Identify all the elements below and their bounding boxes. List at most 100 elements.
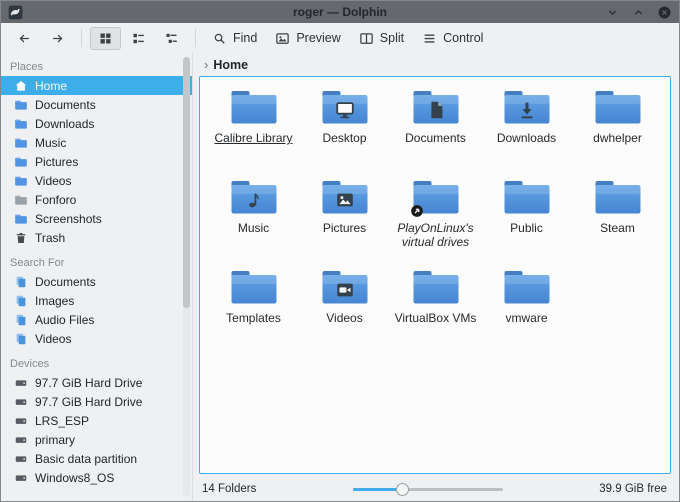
places-scrollbar-thumb[interactable] — [183, 57, 190, 308]
devices-section-title: Devices — [10, 358, 50, 370]
split-button[interactable]: Split — [351, 27, 412, 50]
folder-icon — [412, 267, 460, 307]
zoom-slider[interactable] — [352, 482, 503, 496]
sidebar-item-trash[interactable]: Trash — [1, 228, 192, 247]
videos-search-icon — [14, 332, 28, 346]
music-emblem-icon — [243, 189, 265, 211]
hard-drive-icon — [14, 414, 28, 428]
file-label: Pictures — [322, 221, 367, 235]
home-icon — [14, 79, 28, 93]
preview-icon — [275, 31, 290, 46]
sidebar-item-label: Pictures — [35, 154, 79, 169]
sidebar-item-search-audio-files[interactable]: Audio Files — [1, 310, 192, 329]
file-item-vmware[interactable]: vmware — [481, 267, 572, 357]
folder-view: Calibre Library Desktop Documents Downlo… — [199, 76, 671, 474]
file-label: Documents — [405, 131, 466, 145]
places-scrollbar[interactable] — [183, 57, 190, 497]
sidebar-item-label: Audio Files — [35, 312, 95, 327]
file-item-desktop[interactable]: Desktop — [299, 87, 390, 177]
folder-icon — [230, 267, 278, 307]
back-button[interactable] — [9, 27, 40, 50]
file-item-music[interactable]: Music — [208, 177, 299, 267]
folder-icon — [594, 87, 642, 127]
file-item-calibre-library[interactable]: Calibre Library — [208, 87, 299, 177]
status-bar: 14 Folders 39.9 GiB free — [193, 477, 679, 501]
file-item-playonlinux-virtual-drives[interactable]: PlayOnLinux's virtual drives — [390, 177, 481, 267]
file-item-downloads[interactable]: Downloads — [481, 87, 572, 177]
sidebar-item-primary[interactable]: primary — [1, 430, 192, 449]
zoom-slider-handle[interactable] — [396, 483, 410, 496]
images-search-icon — [14, 294, 28, 308]
maximize-button[interactable] — [631, 5, 646, 20]
trash-icon — [14, 231, 28, 245]
sidebar-item-downloads[interactable]: Downloads — [1, 114, 192, 133]
free-space: 39.9 GiB free — [599, 483, 668, 495]
view-compact-button[interactable] — [123, 27, 154, 50]
sidebar-item-music[interactable]: Music — [1, 133, 192, 152]
toolbar: Find Preview Split Control — [1, 23, 679, 53]
search-for-section-title: Search For — [10, 257, 65, 269]
file-item-steam[interactable]: Steam — [572, 177, 663, 267]
sidebar-item-home[interactable]: Home — [1, 76, 192, 95]
file-item-documents[interactable]: Documents — [390, 87, 481, 177]
folder-icon — [14, 136, 28, 150]
folder-icon — [14, 155, 28, 169]
sidebar-item-search-images[interactable]: Images — [1, 291, 192, 310]
sidebar-item-videos[interactable]: Videos — [1, 171, 192, 190]
hard-drive-icon — [14, 433, 28, 447]
breadcrumb: › Home — [193, 53, 679, 76]
file-label: Videos — [326, 311, 363, 325]
file-item-public[interactable]: Public — [481, 177, 572, 267]
sidebar-item-hard-drive-2[interactable]: 97.7 GiB Hard Drive — [1, 392, 192, 411]
sidebar-item-screenshots[interactable]: Screenshots — [1, 209, 192, 228]
sidebar-item-label: Documents — [35, 274, 96, 289]
sidebar-item-hard-drive-1[interactable]: 97.7 GiB Hard Drive — [1, 373, 192, 392]
sidebar-item-label: Trash — [35, 230, 66, 245]
preview-button[interactable]: Preview — [267, 27, 348, 50]
sidebar-item-basic-data-partition[interactable]: Basic data partition — [1, 449, 192, 468]
file-label: Templates — [226, 311, 281, 325]
file-item-virtualbox-vms[interactable]: VirtualBox VMs — [390, 267, 481, 357]
sidebar-item-search-documents[interactable]: Documents — [1, 272, 192, 291]
hard-drive-icon — [14, 376, 28, 390]
view-details-button[interactable] — [156, 27, 187, 50]
view-icons-button[interactable] — [90, 26, 121, 50]
file-item-videos[interactable]: Videos — [299, 267, 390, 357]
file-item-dwhelper[interactable]: dwhelper — [572, 87, 663, 177]
dolphin-window: roger — Dolphin Find Preview Split Contr… — [0, 0, 680, 502]
sidebar-item-label: Music — [35, 135, 67, 150]
dolphin-app-icon[interactable] — [8, 5, 23, 20]
forward-button[interactable] — [42, 27, 73, 50]
control-button[interactable]: Control — [414, 27, 491, 50]
file-item-templates[interactable]: Templates — [208, 267, 299, 357]
sidebar-item-label: Basic data partition — [35, 451, 138, 466]
video-emblem-icon — [334, 279, 356, 301]
minimize-button[interactable] — [605, 5, 620, 20]
sidebar-item-documents[interactable]: Documents — [1, 95, 192, 114]
file-label: PlayOnLinux's virtual drives — [397, 221, 474, 249]
sidebar-item-label: Images — [35, 293, 75, 308]
hard-drive-icon — [14, 471, 28, 485]
file-label: vmware — [505, 311, 548, 325]
back-icon — [17, 31, 32, 46]
breadcrumb-home[interactable]: Home — [213, 58, 248, 72]
file-label: Steam — [600, 221, 635, 235]
file-label: Music — [237, 221, 270, 235]
symlink-emblem-icon — [410, 204, 424, 218]
sidebar-item-fonforo[interactable]: Fonforo — [1, 190, 192, 209]
sidebar-item-lrs-esp[interactable]: LRS_ESP — [1, 411, 192, 430]
sidebar-item-pictures[interactable]: Pictures — [1, 152, 192, 171]
image-emblem-icon — [334, 189, 356, 211]
sidebar-item-label: Documents — [35, 97, 96, 112]
close-button[interactable] — [657, 5, 672, 20]
main-column: › Home Calibre Library Desktop Documents… — [193, 53, 679, 501]
sidebar-item-windows8-os[interactable]: Windows8_OS — [1, 468, 192, 487]
titlebar: roger — Dolphin — [1, 1, 679, 23]
find-button[interactable]: Find — [204, 27, 265, 50]
icons-view-icon — [98, 31, 113, 46]
details-view-icon — [164, 31, 179, 46]
download-emblem-icon — [516, 99, 538, 121]
sidebar-item-search-videos[interactable]: Videos — [1, 329, 192, 348]
split-label: Split — [379, 31, 405, 45]
file-item-pictures[interactable]: Pictures — [299, 177, 390, 267]
